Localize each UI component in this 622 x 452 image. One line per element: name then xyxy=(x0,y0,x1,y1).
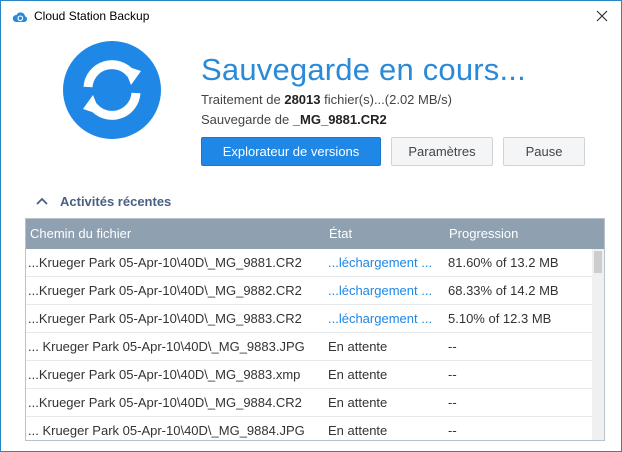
progress-cell: 81.60% of 13.2 MB xyxy=(448,255,559,270)
progress-cell: -- xyxy=(448,423,457,438)
status-title: Sauvegarde en cours... xyxy=(201,52,526,87)
state-cell: ...léchargement ... xyxy=(328,311,433,326)
file-path-cell: ...Krueger Park 05-Apr-10\40D\_MG_9881.C… xyxy=(28,255,302,270)
state-cell: En attente xyxy=(328,423,388,438)
processing-prefix: Traitement de xyxy=(201,92,285,107)
column-header-path[interactable]: Chemin du fichier xyxy=(30,226,131,241)
recent-activities-toggle[interactable]: Activités récentes xyxy=(36,192,171,210)
backup-prefix: Sauvegarde de xyxy=(201,112,293,127)
title-bar: Cloud Station Backup xyxy=(1,1,621,31)
progress-cell: -- xyxy=(448,367,457,382)
column-header-state[interactable]: État xyxy=(329,226,352,241)
table-row[interactable]: ... Krueger Park 05-Apr-10\40D\_MG_9884.… xyxy=(26,417,592,440)
processing-suffix: fichier(s)...(2.02 MB/s) xyxy=(320,92,452,107)
column-header-progress[interactable]: Progression xyxy=(449,226,518,241)
table-row[interactable]: ...Krueger Park 05-Apr-10\40D\_MG_9883.x… xyxy=(26,361,592,389)
file-path-cell: ... Krueger Park 05-Apr-10\40D\_MG_9883.… xyxy=(28,339,305,354)
progress-cell: 68.33% of 14.2 MB xyxy=(448,283,559,298)
table-row[interactable]: ... Krueger Park 05-Apr-10\40D\_MG_9883.… xyxy=(26,333,592,361)
current-file-info: Sauvegarde de _MG_9881.CR2 xyxy=(201,112,387,127)
file-path-cell: ...Krueger Park 05-Apr-10\40D\_MG_9883.C… xyxy=(28,311,302,326)
state-cell: ...léchargement ... xyxy=(328,283,433,298)
current-file-name: _MG_9881.CR2 xyxy=(292,112,387,127)
table-scrollbar[interactable] xyxy=(592,249,604,440)
table-row[interactable]: ...Krueger Park 05-Apr-10\40D\_MG_9884.C… xyxy=(26,389,592,417)
settings-button[interactable]: Paramètres xyxy=(391,137,493,166)
progress-cell: -- xyxy=(448,395,457,410)
close-button[interactable] xyxy=(589,3,615,29)
progress-cell: -- xyxy=(448,339,457,354)
scrollbar-thumb[interactable] xyxy=(594,251,602,273)
table-header: Chemin du fichier État Progression xyxy=(26,219,604,249)
state-cell: En attente xyxy=(328,339,388,354)
close-icon xyxy=(596,10,608,22)
state-cell: En attente xyxy=(328,395,388,410)
file-count: 28013 xyxy=(284,92,321,107)
chevron-up-icon xyxy=(36,197,48,205)
activity-table: Chemin du fichier État Progression ...Kr… xyxy=(25,218,605,441)
file-path-cell: ...Krueger Park 05-Apr-10\40D\_MG_9884.C… xyxy=(28,395,302,410)
file-path-cell: ... Krueger Park 05-Apr-10\40D\_MG_9884.… xyxy=(28,423,305,438)
sync-status-icon xyxy=(63,41,161,139)
version-explorer-button[interactable]: Explorateur de versions xyxy=(201,137,381,166)
pause-button[interactable]: Pause xyxy=(503,137,585,166)
backup-window: Cloud Station Backup Sauvegarde en cours… xyxy=(0,0,622,452)
table-row[interactable]: ...Krueger Park 05-Apr-10\40D\_MG_9881.C… xyxy=(26,249,592,277)
table-row[interactable]: ...Krueger Park 05-Apr-10\40D\_MG_9883.C… xyxy=(26,305,592,333)
table-body: ...Krueger Park 05-Apr-10\40D\_MG_9881.C… xyxy=(26,249,592,440)
progress-cell: 5.10% of 12.3 MB xyxy=(448,311,552,326)
processing-info: Traitement de 28013 fichier(s)...(2.02 M… xyxy=(201,92,452,107)
state-cell: ...léchargement ... xyxy=(328,255,433,270)
cloud-station-icon xyxy=(12,12,28,22)
file-path-cell: ...Krueger Park 05-Apr-10\40D\_MG_9882.C… xyxy=(28,283,302,298)
recent-activities-label: Activités récentes xyxy=(60,193,172,209)
window-title: Cloud Station Backup xyxy=(34,9,150,23)
table-row[interactable]: ...Krueger Park 05-Apr-10\40D\_MG_9882.C… xyxy=(26,277,592,305)
file-path-cell: ...Krueger Park 05-Apr-10\40D\_MG_9883.x… xyxy=(28,367,301,382)
state-cell: En attente xyxy=(328,367,388,382)
